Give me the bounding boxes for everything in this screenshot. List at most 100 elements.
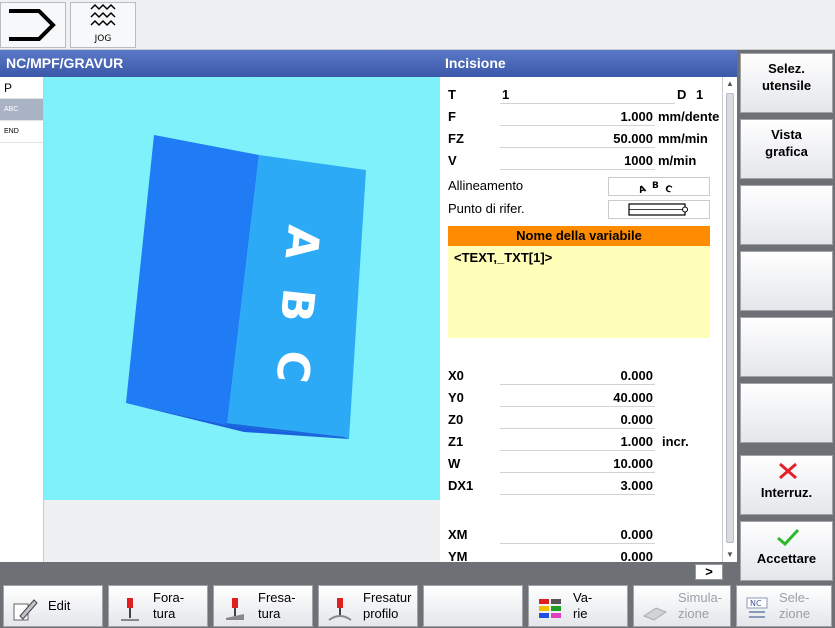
param-dx1-field[interactable]: 3.000 [500, 477, 655, 495]
alignment-arc-icon[interactable]: A B C [608, 177, 710, 196]
param-d-label: D [677, 87, 687, 102]
selection-button[interactable]: NC Sele- zione [736, 585, 832, 627]
param-xm-field[interactable]: 0.000 [500, 526, 655, 544]
graphic-letter-b: B [270, 286, 324, 325]
interrupt-button[interactable]: Interruz. [740, 455, 833, 515]
param-v-label: V [448, 153, 457, 168]
softkey-empty-3[interactable] [740, 185, 833, 245]
graphic-view-label-1: Vista [771, 127, 802, 142]
param-d-value[interactable]: 1 [696, 87, 703, 102]
param-z1-unit[interactable]: incr. [662, 434, 689, 449]
block-end[interactable]: END [0, 121, 43, 143]
mill-icon [226, 598, 244, 620]
contour-label-2: profilo [363, 606, 399, 621]
program-path: NC/MPF/GRAVUR [6, 55, 124, 71]
accept-label: Accettare [756, 551, 817, 566]
contour-label-1: Fresatur [363, 590, 412, 605]
param-w-field[interactable]: 10.000 [500, 455, 655, 473]
cycle-title: Incisione [445, 55, 506, 71]
jog-mode-icon[interactable]: JOG [70, 2, 136, 48]
param-row-refpoint: Punto di rifer. [440, 199, 722, 219]
variable-name-field[interactable]: <TEXT,_TXT[1]> [448, 246, 710, 338]
param-y0-field[interactable]: 40.000 [500, 389, 655, 407]
tool-field[interactable]: 1 [500, 86, 675, 104]
edit-button[interactable]: Edit [3, 585, 103, 627]
graphic-view-button[interactable]: Vista grafica [740, 119, 833, 179]
param-f-field[interactable]: 1.000 [500, 108, 655, 126]
vertical-softkeys: Selez. utensile Vista grafica Interruz. … [737, 50, 835, 582]
simulation-button[interactable]: Simula- zione [633, 585, 731, 627]
param-row-z1: Z1 1.000 incr. [440, 432, 722, 452]
param-ym-field[interactable]: 0.000 [500, 548, 655, 562]
accept-button[interactable]: Accettare [740, 521, 833, 581]
nc-select-icon: NC [746, 597, 768, 618]
title-bar: NC/MPF/GRAVUR Incisione [0, 50, 737, 77]
param-fz-field[interactable]: 50.000 [500, 130, 655, 148]
param-row-dx1: DX1 3.000 [440, 476, 722, 496]
softkey-empty-h5[interactable] [423, 585, 523, 627]
graphic-view-label-2: grafica [765, 144, 808, 159]
param-w-label: W [448, 456, 461, 471]
contour-milling-button[interactable]: Fresatur profilo [318, 585, 418, 627]
variable-name-header: Nome della variabile [448, 226, 710, 246]
drilling-label-1: Fora- [153, 590, 185, 605]
param-z1-field[interactable]: 1.000 [500, 433, 655, 451]
param-v-field[interactable]: 1000 [500, 152, 655, 170]
status-row: > [0, 562, 737, 582]
various-label-2: rie [573, 606, 588, 621]
horizontal-softkeys: Edit Fora- tura Fresa- tura Fresatur pro… [0, 582, 835, 628]
select-tool-button[interactable]: Selez. utensile [740, 53, 833, 113]
graphic-footer [44, 500, 440, 562]
simulation-icon [642, 607, 668, 621]
check-icon [777, 528, 800, 546]
param-f-label: F [448, 109, 456, 124]
scroll-right-button[interactable]: > [695, 564, 723, 580]
milling-label-2: tura [258, 606, 281, 621]
scroll-down-icon[interactable]: ▼ [723, 548, 737, 562]
various-icon [539, 599, 561, 618]
param-z0-field[interactable]: 0.000 [500, 411, 655, 429]
top-bar: JOG [0, 0, 835, 50]
graphic-letter-c: C [266, 348, 320, 385]
vertical-scrollbar[interactable]: ▲ ▼ [722, 77, 737, 562]
edit-label: Edit [48, 598, 71, 613]
refpoint-label: Punto di rifer. [448, 201, 525, 216]
select-tool-label-2: utensile [761, 78, 812, 93]
parameter-panel: T 1 D 1 F 1.000 mm/dente FZ 50.000 mm/mi… [440, 77, 722, 562]
graphic-letter-a: A [274, 223, 328, 262]
machine-mode-icon[interactable] [0, 2, 66, 48]
param-row-z0: Z0 0.000 [440, 410, 722, 430]
various-label-1: Va- [573, 590, 593, 605]
engraving-block-illustration: A B C [126, 135, 366, 439]
program-block-list: P ABC END [0, 77, 44, 562]
param-z0-label: Z0 [448, 412, 464, 427]
svg-text:B: B [652, 181, 659, 191]
param-fz-unit: mm/min [658, 131, 708, 146]
param-y0-label: Y0 [448, 390, 464, 405]
reference-point-icon[interactable] [608, 200, 710, 219]
help-graphic: A B C [44, 77, 440, 500]
drilling-button[interactable]: Fora- tura [108, 585, 208, 627]
block-abc[interactable]: ABC [0, 99, 43, 121]
param-xm-label: XM [448, 527, 468, 542]
softkey-empty-6[interactable] [740, 383, 833, 443]
param-x0-field[interactable]: 0.000 [500, 367, 655, 385]
various-button[interactable]: Va- rie [528, 585, 628, 627]
scroll-thumb[interactable] [726, 93, 734, 543]
softkey-empty-5[interactable] [740, 317, 833, 377]
param-v-unit: m/min [658, 153, 697, 168]
param-row-v: V 1000 m/min [440, 151, 722, 171]
milling-button[interactable]: Fresa- tura [213, 585, 313, 627]
param-x0-label: X0 [448, 368, 464, 383]
drilling-label-2: tura [153, 606, 176, 621]
block-p[interactable]: P [0, 77, 43, 99]
scroll-up-icon[interactable]: ▲ [723, 77, 737, 91]
alignment-label: Allineamento [448, 178, 524, 193]
param-row-x0: X0 0.000 [440, 366, 722, 386]
jog-label: JOG [94, 34, 112, 44]
param-row-w: W 10.000 [440, 454, 722, 474]
contour-mill-icon [328, 598, 352, 621]
softkey-empty-4[interactable] [740, 251, 833, 311]
interrupt-label: Interruz. [760, 485, 813, 500]
nc-icon-text: NC [750, 599, 762, 608]
